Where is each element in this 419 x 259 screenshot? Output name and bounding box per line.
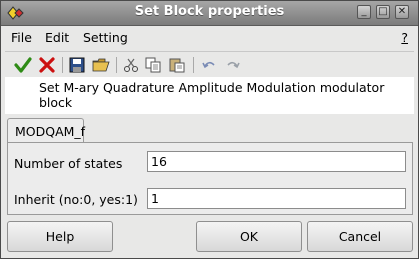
parameters-panel: Number of states 16 Inherit (no:0, yes:1… [7,142,413,215]
undo-icon[interactable] [199,55,219,75]
toolbar [5,51,414,78]
menu-help[interactable]: ? [401,30,408,45]
maximize-icon[interactable]: □ [376,5,390,19]
cut-icon[interactable] [121,55,141,75]
menu-edit[interactable]: Edit [45,30,69,45]
cancel-icon[interactable] [37,55,57,75]
menu-file[interactable]: File [11,30,32,45]
open-folder-icon[interactable] [91,55,111,75]
minimize-icon[interactable]: _ [357,5,371,19]
cancel-button[interactable]: Cancel [307,221,413,252]
inherit-label: Inherit (no:0, yes:1) [14,192,138,207]
tab-modqam[interactable]: MODQAM_f [7,118,86,143]
menu-setting[interactable]: Setting [83,30,128,45]
redo-icon[interactable] [223,55,243,75]
title-bar[interactable]: Set Block properties _ □ ✕ [1,1,418,26]
copy-icon[interactable] [143,55,163,75]
tab-label: MODQAM_f [15,124,86,139]
paste-icon[interactable] [167,55,187,75]
ok-button[interactable]: OK [196,221,302,252]
menu-bar: File Edit Setting ? [1,26,418,48]
close-icon[interactable]: ✕ [395,5,409,19]
dialog-window: Set Block properties _ □ ✕ File Edit Set… [0,0,419,259]
save-icon[interactable] [67,55,87,75]
block-description: Set M-ary Quadrature Amplitude Modulatio… [39,80,385,110]
states-field[interactable]: 16 [147,151,406,172]
states-label: Number of states [14,156,123,171]
inherit-field[interactable]: 1 [147,188,406,209]
check-icon[interactable] [13,55,33,75]
help-button[interactable]: Help [7,221,113,252]
description-area: Set M-ary Quadrature Amplitude Modulatio… [5,77,414,114]
window-title: Set Block properties [134,4,285,19]
